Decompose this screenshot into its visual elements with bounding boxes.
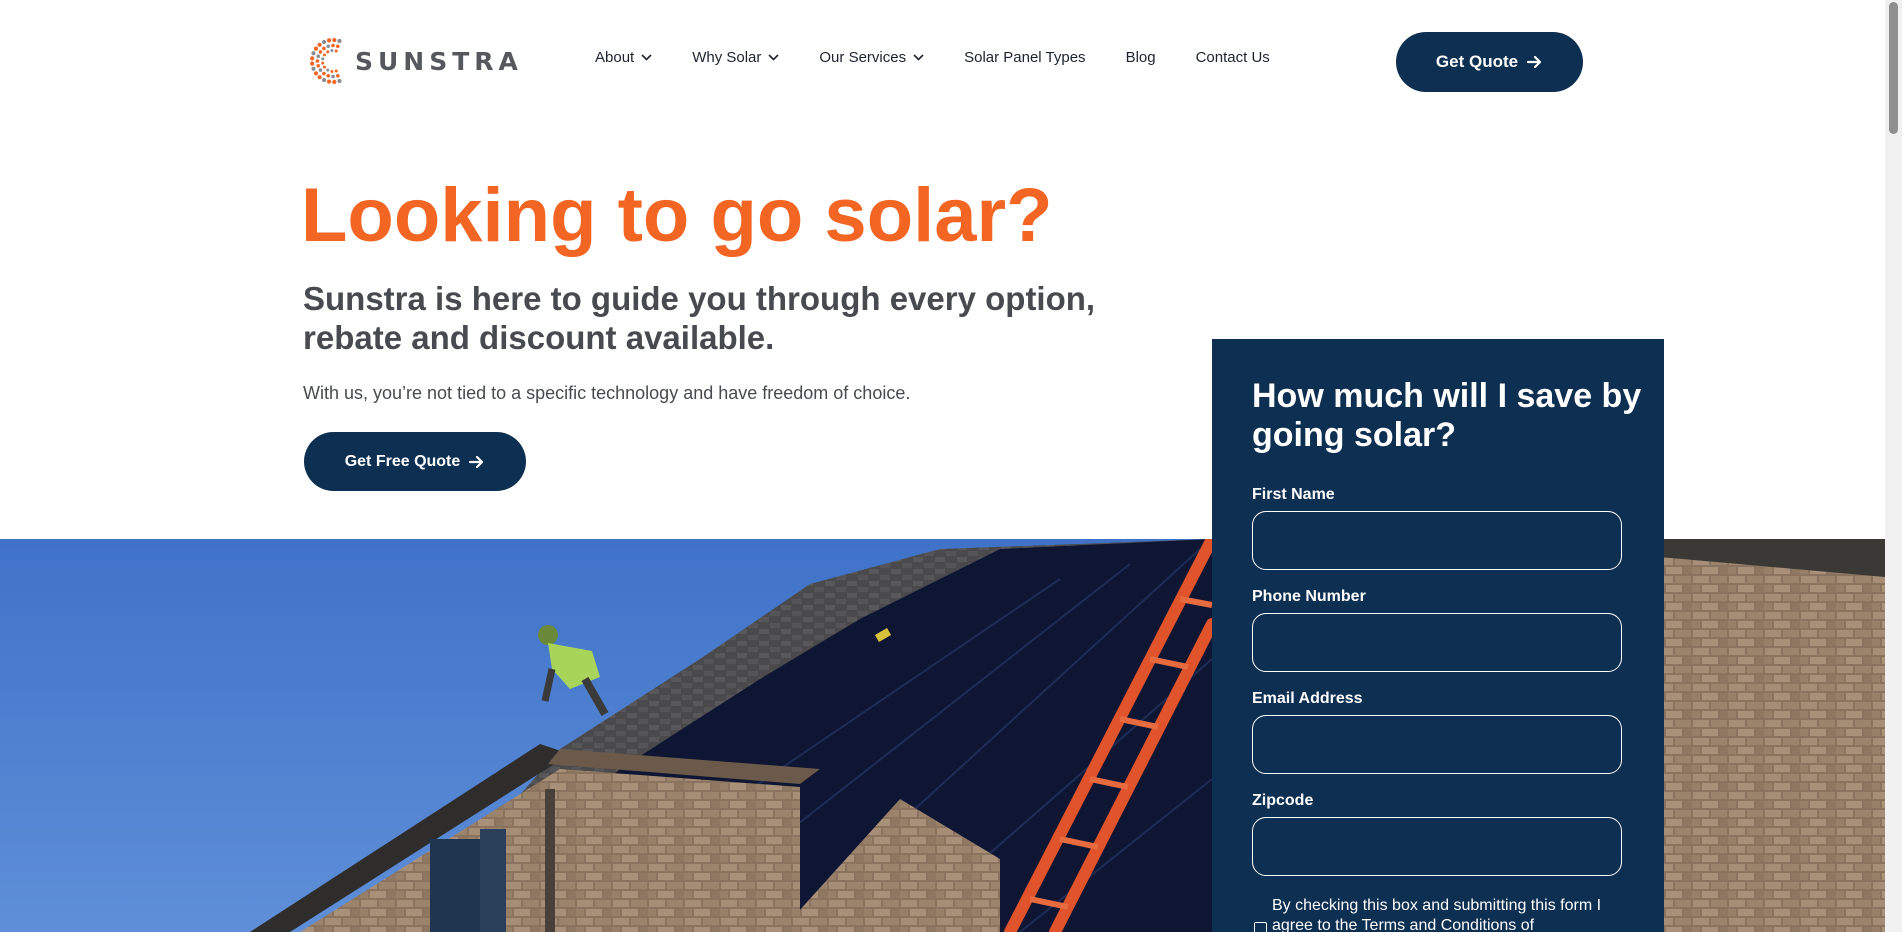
page: SUNSTRA About Why Solar Our Services Sol… xyxy=(0,0,1902,932)
logo-dot xyxy=(323,53,327,57)
site-header: SUNSTRA About Why Solar Our Services Sol… xyxy=(0,0,1885,124)
first-name-label: First Name xyxy=(1252,486,1335,503)
hero-body-text: With us, you’re not tied to a specific t… xyxy=(303,383,911,403)
logo-dot xyxy=(322,46,326,51)
logo-dot xyxy=(337,38,342,44)
hero-title: Looking to go solar? xyxy=(301,173,1053,258)
arrow-right-icon xyxy=(469,455,484,468)
logo-dot xyxy=(335,73,340,78)
page-scrollbar[interactable] xyxy=(1885,0,1902,932)
logo-dot xyxy=(330,69,334,73)
nav-item-label: About xyxy=(595,49,635,66)
form-title: How much will I save by going solar? xyxy=(1252,377,1642,454)
logo-dot xyxy=(326,38,332,43)
logo-dot xyxy=(321,39,327,45)
logo-dot xyxy=(310,61,315,66)
logo-dot xyxy=(331,74,335,79)
logo-dot xyxy=(337,78,342,84)
phone-number-label: Phone Number xyxy=(1252,588,1366,605)
logo-dot xyxy=(332,37,337,43)
get-free-quote-button[interactable]: Get Free Quote xyxy=(304,432,526,491)
nav-item-label: Our Services xyxy=(819,49,907,66)
consent-text: By checking this box and submitting this… xyxy=(1272,897,1602,932)
logo-dot xyxy=(317,75,322,80)
logo-dot xyxy=(310,56,315,61)
nav-item-label: Contact Us xyxy=(1195,49,1270,66)
savings-form: How much will I save by going solar? Fir… xyxy=(1212,339,1664,932)
logo-dot xyxy=(317,42,322,47)
logo-dot xyxy=(318,68,323,72)
get-free-quote-label: Get Free Quote xyxy=(344,452,461,470)
phone-number-input[interactable] xyxy=(1252,613,1622,672)
logo-dot xyxy=(326,50,330,54)
logo-dot xyxy=(326,79,332,84)
logo-dot xyxy=(316,63,321,68)
sunburst-logo-icon xyxy=(310,37,342,85)
logo-dot xyxy=(335,44,340,49)
logo-dot xyxy=(311,51,316,56)
nav-item-blog[interactable]: Blog xyxy=(1126,49,1156,66)
logo[interactable]: SUNSTRA xyxy=(309,34,523,88)
logo-dot xyxy=(322,71,326,76)
logo-dot xyxy=(326,68,330,72)
logo-dot xyxy=(330,49,334,53)
zipcode-input[interactable] xyxy=(1252,817,1622,876)
nav-item-contact-us[interactable]: Contact Us xyxy=(1196,49,1270,66)
chevron-down-icon xyxy=(913,54,924,61)
logo-dot xyxy=(321,61,325,65)
logo-dot xyxy=(318,50,323,54)
consent-checkbox[interactable] xyxy=(1254,922,1267,932)
nav-item-label: Why Solar xyxy=(692,49,762,66)
email-address-input[interactable] xyxy=(1252,715,1622,774)
logo-dot xyxy=(313,71,319,76)
logo-dot xyxy=(331,43,335,48)
logo-dot xyxy=(332,79,337,85)
logo-dot xyxy=(326,44,331,49)
logo-dot xyxy=(316,54,321,59)
nav-item-label: Solar Panel Types xyxy=(964,49,1086,66)
logo-dot xyxy=(326,73,331,78)
logo-text: SUNSTRA xyxy=(355,46,523,76)
chevron-down-icon xyxy=(641,54,652,61)
hero-subtitle: Sunstra is here to guide you through eve… xyxy=(303,280,1096,356)
nav-item-why-solar[interactable]: Why Solar xyxy=(692,49,779,66)
scrollbar-thumb[interactable] xyxy=(1889,2,1898,134)
logo-dot xyxy=(313,46,319,51)
zipcode-label: Zipcode xyxy=(1252,792,1314,809)
get-quote-label: Get Quote xyxy=(1435,52,1519,71)
logo-dot xyxy=(334,69,338,73)
arrow-right-icon xyxy=(1526,55,1542,69)
logo-dot xyxy=(311,66,316,71)
logo-dot xyxy=(334,49,338,53)
logo-dot xyxy=(315,59,320,63)
email-address-label: Email Address xyxy=(1252,690,1363,707)
logo-dot xyxy=(321,77,327,83)
first-name-input[interactable] xyxy=(1252,511,1622,570)
nav-item-our-services[interactable]: Our Services xyxy=(819,49,924,66)
nav-item-label: Blog xyxy=(1125,49,1156,66)
logo-dot xyxy=(321,57,325,61)
logo-dot xyxy=(323,65,327,69)
chevron-down-icon xyxy=(768,54,779,61)
get-quote-button[interactable]: Get Quote xyxy=(1396,32,1583,92)
nav-item-solar-panel-types[interactable]: Solar Panel Types xyxy=(964,49,1085,66)
main-nav: About Why Solar Our Services Solar Panel… xyxy=(595,49,1310,66)
nav-item-about[interactable]: About xyxy=(595,49,652,66)
